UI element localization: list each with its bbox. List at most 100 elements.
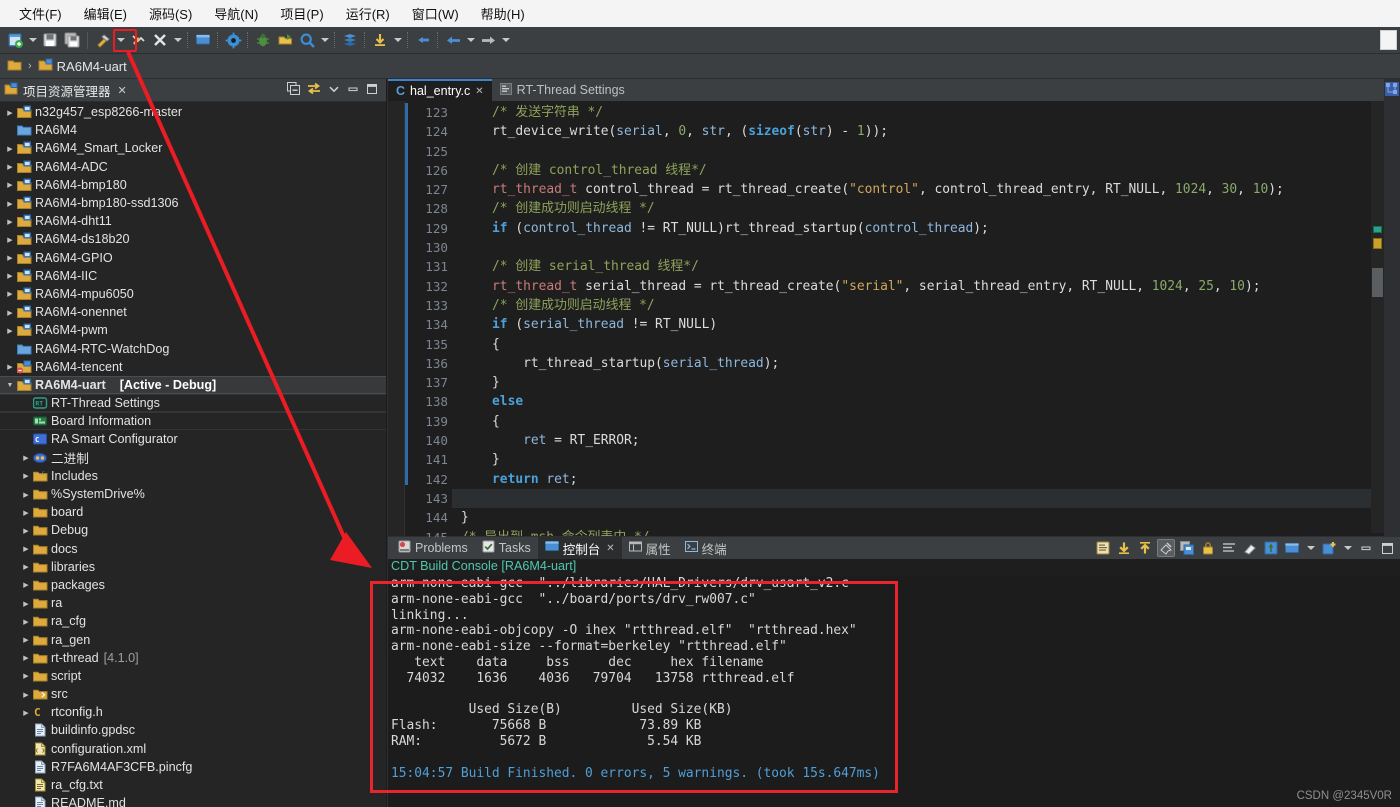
tree-item[interactable]: README.md [0,794,386,807]
tree-expand-arrow-icon[interactable] [4,235,16,244]
scroll-lock-down-icon[interactable] [1115,539,1133,557]
tree-item[interactable]: ra_cfg [0,612,386,630]
tree-item[interactable]: ra [0,594,386,612]
tree-expand-arrow-icon[interactable] [20,544,32,553]
tree-item[interactable]: RA6M4-mpu6050 [0,285,386,303]
breadcrumb-project-label[interactable]: RA6M4-uart [57,59,127,74]
tree-expand-arrow-icon[interactable] [20,453,32,462]
tree-expand-arrow-icon[interactable] [20,526,32,535]
word-wrap-icon[interactable] [1220,539,1238,557]
tree-expand-arrow-icon[interactable] [4,180,16,189]
code-line[interactable]: } [461,450,1400,469]
tree-item[interactable]: C RA Smart Configurator [0,430,386,448]
tree-expand-arrow-icon[interactable] [4,362,16,371]
code-line[interactable]: else [461,392,1400,411]
menu-item-edit[interactable]: 编辑(E) [73,2,138,25]
code-line[interactable]: if (serial_thread != RT_NULL) [461,315,1400,334]
save-icon[interactable] [39,29,61,51]
download-dropdown-icon[interactable] [391,29,404,51]
tree-item[interactable]: %SystemDrive% [0,485,386,503]
clear-console-icon[interactable] [1094,539,1112,557]
tree-item[interactable]: script [0,667,386,685]
menu-item-help[interactable]: 帮助(H) [470,2,536,25]
code-line[interactable]: /* 导出到 msh 命令列表中 */ [461,528,1400,536]
tab-hal-entry-c[interactable]: C hal_entry.c ✕ [388,79,492,101]
tree-expand-arrow-icon[interactable] [20,490,32,499]
tree-expand-arrow-icon[interactable] [20,708,32,717]
code-line[interactable] [452,488,1400,509]
tab-console[interactable]: 控制台 ✕ [537,537,622,559]
link-with-editor-icon[interactable] [307,82,321,98]
tree-item[interactable]: RA6M4-ds18b20 [0,230,386,248]
tab-properties[interactable]: 属性 [622,537,678,559]
overview-marker-info[interactable] [1373,226,1382,233]
code-line[interactable]: rt_thread_t control_thread = rt_thread_c… [461,180,1400,199]
code-line[interactable]: rt_thread_startup(serial_thread); [461,354,1400,373]
code-line[interactable] [461,142,1400,161]
code-view[interactable]: 123 124 125 126 127 128 129 130 131 132 133 134 135 1… [388,101,1400,583]
tree-item[interactable]: RA6M4_Smart_Locker [0,139,386,157]
close-icon[interactable]: ✕ [475,86,483,97]
search-icon[interactable] [296,29,318,51]
previous-annotation-icon[interactable] [412,29,434,51]
new-console-menu-icon[interactable] [1341,537,1354,559]
collapse-all-icon[interactable] [287,82,300,98]
tab-tasks[interactable]: Tasks [475,537,538,559]
tree-expand-arrow-icon[interactable] [20,617,32,626]
code-line[interactable]: { [461,335,1400,354]
overview-marker-warning[interactable] [1373,238,1382,249]
clean-dropdown-icon[interactable] [171,29,184,51]
tab-terminal[interactable]: 终端 [678,537,734,559]
tree-expand-arrow-icon[interactable] [20,671,32,680]
minimize-icon[interactable] [347,83,359,98]
tree-item[interactable]: RA6M4-onennet [0,303,386,321]
save-console-icon[interactable] [1178,539,1196,557]
new-project-dropdown-icon[interactable] [26,29,39,51]
menu-item-run[interactable]: 运行(R) [335,2,401,25]
tree-expand-arrow-icon[interactable] [4,199,16,208]
view-menu-icon[interactable] [328,83,340,98]
tree-item[interactable]: RT RT-Thread Settings [0,394,386,413]
source-code[interactable]: /* 发送字符串 */ rt_device_write(serial, 0, s… [452,101,1400,536]
console-output[interactable]: arm-none-eabi-gcc "../libraries/HAL_Driv… [388,576,1400,807]
code-line[interactable]: rt_thread_t serial_thread = rt_thread_cr… [461,277,1400,296]
open-console-menu-icon[interactable] [1304,537,1317,559]
back-icon[interactable] [442,29,464,51]
forward-dropdown-icon[interactable] [499,29,512,51]
download-icon[interactable] [369,29,391,51]
tree-expand-arrow-icon[interactable] [20,508,32,517]
terminal-icon[interactable] [192,29,214,51]
tree-expand-arrow-icon[interactable] [4,380,16,389]
tree-expand-arrow-icon[interactable] [20,580,32,589]
tree-item[interactable]: n32g457_esp8266-master [0,103,386,121]
search-dropdown-icon[interactable] [318,29,331,51]
tree-expand-arrow-icon[interactable] [20,635,32,644]
lock-console-icon[interactable] [1199,539,1217,557]
tab-rt-thread-settings[interactable]: RT-Thread Settings [492,79,633,101]
menu-item-window[interactable]: 窗口(W) [401,2,470,25]
new-project-icon[interactable] [4,29,26,51]
clear-icon[interactable] [1241,539,1259,557]
editor-scrollbar-thumb[interactable] [1372,268,1383,297]
new-console-icon[interactable] [1320,539,1338,557]
tree-expand-arrow-icon[interactable] [4,289,16,298]
clean-icon[interactable] [149,29,171,51]
tree-expand-arrow-icon[interactable] [20,599,32,608]
tree-item[interactable]: RA6M4-GPIO [0,249,386,267]
back-dropdown-icon[interactable] [464,29,477,51]
tree-item[interactable]: buildinfo.gpdsc [0,721,386,739]
tree-item[interactable]: RA6M4-IIC [0,267,386,285]
menu-item-project[interactable]: 项目(P) [269,2,334,25]
tree-item[interactable]: Crtconfig.h [0,703,386,721]
tree-expand-arrow-icon[interactable] [20,471,32,480]
editor-scrollbar-track[interactable] [1371,101,1384,533]
menu-item-navigate[interactable]: 导航(N) [203,2,269,25]
code-line[interactable]: ret = RT_ERROR; [461,431,1400,450]
settings-gear-icon[interactable] [222,29,244,51]
tree-item[interactable]: RA6M4-bmp180-ssd1306 [0,194,386,212]
tree-expand-arrow-icon[interactable] [4,308,16,317]
tree-item[interactable]: RA6M4-uart [Active - Debug] [0,375,386,394]
tree-item[interactable]: c Includes [0,467,386,485]
save-all-icon[interactable] [61,29,83,51]
tree-item[interactable]: ra_gen [0,630,386,648]
